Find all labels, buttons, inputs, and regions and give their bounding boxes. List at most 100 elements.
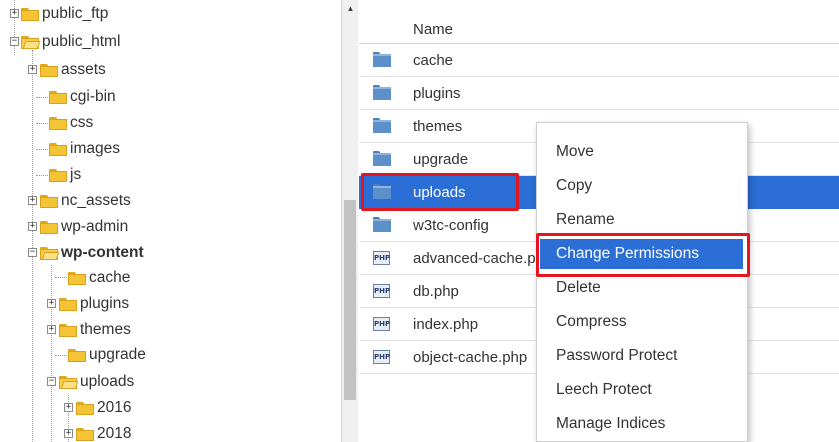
file-name: object-cache.php (413, 349, 528, 366)
tree-item-label: public_html (42, 33, 121, 50)
folder-icon (59, 297, 77, 311)
folder-icon (49, 168, 67, 182)
scroll-up-arrow-icon[interactable]: ▲ (342, 4, 359, 16)
tree-item-images[interactable]: images (49, 136, 120, 162)
menu-item-rename[interactable]: Rename (537, 205, 749, 235)
tree-item-label: wp-content (61, 244, 144, 261)
tree-item-wp-admin[interactable]: wp-admin (40, 214, 128, 240)
file-name: upgrade (413, 151, 469, 168)
tree-item-cache[interactable]: cache (68, 265, 130, 291)
tree-item-themes[interactable]: themes (59, 317, 131, 343)
php-file-icon: PHP (373, 350, 390, 364)
file-name: themes (413, 118, 463, 135)
folder-icon (373, 85, 391, 100)
tree-item-label: images (70, 140, 120, 157)
directory-tree: + public_ftp − public_html + assets cgi-… (0, 0, 340, 442)
file-name: advanced-cache.php (413, 250, 553, 267)
tree-item-cgi-bin[interactable]: cgi-bin (49, 84, 116, 110)
column-header-label: Name (413, 21, 454, 38)
tree-item-2016[interactable]: 2016 (76, 395, 131, 421)
folder-icon (76, 401, 94, 415)
tree-item-upgrade[interactable]: upgrade (68, 342, 146, 368)
open-folder-icon (59, 375, 79, 389)
file-row-plugins[interactable]: plugins (359, 77, 839, 110)
menu-item-move[interactable]: Move (537, 137, 749, 167)
folder-icon (68, 271, 86, 285)
expand-toggle-plugins[interactable]: + (47, 299, 56, 308)
tree-connector (36, 123, 48, 124)
tree-connector (55, 277, 67, 278)
tree-item-nc-assets[interactable]: nc_assets (40, 188, 131, 214)
tree-item-js[interactable]: js (49, 162, 81, 188)
folder-icon (49, 116, 67, 130)
tree-item-wp-content[interactable]: wp-content (40, 240, 144, 266)
uploads-highlight-box (361, 173, 519, 211)
menu-item-copy[interactable]: Copy (537, 171, 749, 201)
tree-item-label: wp-admin (61, 218, 129, 235)
tree-item-2018[interactable]: 2018 (76, 421, 131, 442)
tree-item-css[interactable]: css (49, 110, 93, 136)
php-file-icon: PHP (373, 317, 390, 331)
tree-item-label: 2018 (97, 425, 132, 442)
folder-icon (49, 142, 67, 156)
tree-item-assets[interactable]: assets (40, 57, 106, 83)
folder-icon (373, 118, 391, 133)
menu-item-leech-protect[interactable]: Leech Protect (537, 375, 749, 405)
tree-connector (36, 175, 48, 176)
menu-item-delete[interactable]: Delete (537, 273, 749, 303)
folder-icon (40, 220, 58, 234)
expand-toggle-wp-admin[interactable]: + (28, 222, 37, 231)
tree-item-label: assets (61, 61, 106, 78)
folder-icon (21, 7, 39, 21)
php-file-icon: PHP (373, 251, 390, 265)
tree-connector (36, 149, 48, 150)
folder-icon (59, 323, 77, 337)
tree-item-label: public_ftp (42, 5, 109, 22)
tree-item-label: upgrade (89, 346, 146, 363)
tree-item-uploads[interactable]: uploads (59, 369, 134, 395)
scrollbar-thumb[interactable] (344, 200, 356, 400)
tree-item-label: cgi-bin (70, 88, 116, 105)
tree-item-plugins[interactable]: plugins (59, 291, 129, 317)
expand-toggle-2016[interactable]: + (64, 403, 73, 412)
collapse-toggle-wp-content[interactable]: − (28, 248, 37, 257)
file-name: cache (413, 52, 454, 69)
open-folder-icon (40, 246, 60, 260)
collapse-toggle-uploads[interactable]: − (47, 377, 56, 386)
menu-item-compress[interactable]: Compress (537, 307, 749, 337)
file-name: plugins (413, 85, 461, 102)
folder-icon (40, 194, 58, 208)
tree-connector (51, 265, 52, 442)
tree-item-label: cache (89, 269, 131, 286)
menu-item-password-protect[interactable]: Password Protect (537, 341, 749, 371)
tree-scrollbar[interactable]: ▲ (341, 0, 358, 442)
expand-toggle-nc-assets[interactable]: + (28, 196, 37, 205)
tree-item-label: plugins (80, 295, 130, 312)
change-permissions-highlight-box (536, 233, 750, 277)
tree-item-public-ftp[interactable]: public_ftp (21, 1, 108, 27)
expand-toggle-themes[interactable]: + (47, 325, 56, 334)
tree-item-label: js (70, 166, 82, 183)
tree-item-label: nc_assets (61, 192, 131, 209)
expand-toggle-public-ftp[interactable]: + (10, 9, 19, 18)
folder-icon (49, 90, 67, 104)
name-column-header[interactable]: Name (359, 14, 839, 44)
tree-connector (55, 355, 67, 356)
expand-toggle-assets[interactable]: + (28, 65, 37, 74)
tree-connector (32, 50, 33, 442)
tree-item-label: 2016 (97, 399, 132, 416)
folder-icon (76, 427, 94, 441)
tree-item-label: css (70, 114, 94, 131)
collapse-toggle-public-html[interactable]: − (10, 37, 19, 46)
folder-icon (40, 63, 58, 77)
tree-item-label: uploads (80, 373, 135, 390)
folder-icon (68, 348, 86, 362)
folder-icon (373, 52, 391, 67)
file-name: db.php (413, 283, 459, 300)
tree-connector (36, 97, 48, 98)
file-name: w3tc-config (413, 217, 489, 234)
file-row-cache[interactable]: cache (359, 44, 839, 77)
menu-item-manage-indices[interactable]: Manage Indices (537, 409, 749, 439)
tree-item-public-html[interactable]: public_html (21, 29, 120, 55)
expand-toggle-2018[interactable]: + (64, 429, 73, 438)
